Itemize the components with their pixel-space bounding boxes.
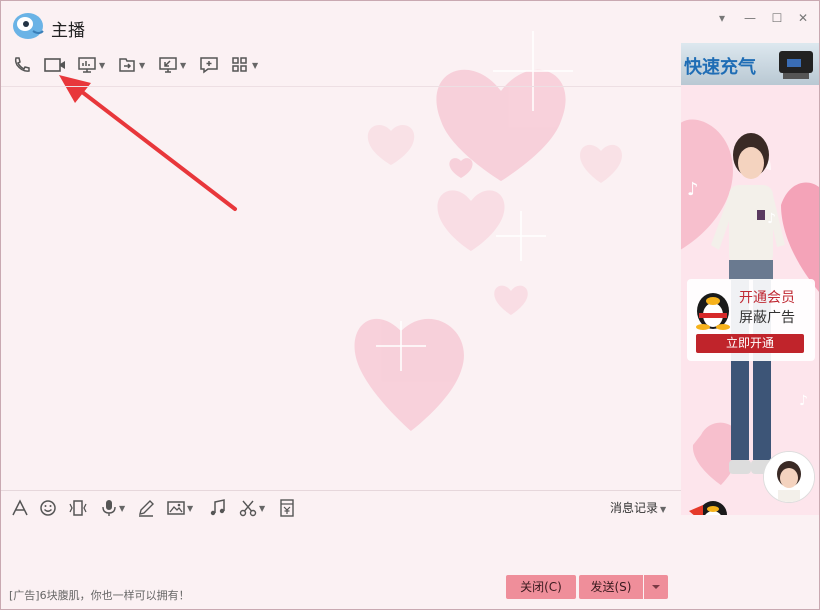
- voice-icon: [102, 500, 116, 516]
- voice-message-button[interactable]: ▼: [101, 499, 125, 517]
- vip-subtitle: 屏蔽广告: [739, 310, 795, 326]
- red-packet-icon[interactable]: [279, 499, 295, 517]
- message-history-button[interactable]: 消息记录 ▼: [610, 499, 666, 516]
- voice-call-button[interactable]: [12, 53, 32, 77]
- emoji-icon[interactable]: [39, 499, 57, 517]
- side-panel: 快速充气 ♪ ♪ ♪ 开通会员 屏蔽广告 立即开通: [681, 43, 819, 609]
- dropdown-menu-button[interactable]: ▾: [713, 9, 731, 27]
- character-show[interactable]: ♪ ♪ ♪ 开通会员 屏蔽广告 立即开通: [681, 85, 819, 515]
- ad-banner-text: 快速充气: [684, 57, 756, 78]
- top-ad-banner[interactable]: 快速充气: [681, 43, 819, 85]
- image-button[interactable]: ▼: [167, 499, 193, 517]
- send-options-button[interactable]: [644, 575, 668, 599]
- svg-text:♪: ♪: [799, 393, 808, 409]
- phone-icon: [14, 57, 30, 72]
- message-history[interactable]: [1, 86, 681, 491]
- draw-icon[interactable]: [137, 499, 155, 517]
- window-title: 主播: [51, 21, 85, 41]
- svg-text:♪: ♪: [767, 211, 776, 227]
- title-bar: 主播 ▾ — ☐ ✕: [1, 1, 819, 41]
- screenshot-button[interactable]: ▼: [239, 499, 265, 517]
- screenshot-icon: [239, 500, 257, 517]
- svg-text:♪: ♪: [687, 179, 699, 200]
- message-input[interactable]: [1, 521, 681, 571]
- minimize-button[interactable]: —: [741, 9, 759, 27]
- image-icon: [167, 501, 185, 515]
- vibrate-icon[interactable]: [67, 499, 89, 517]
- avatar[interactable]: [763, 451, 815, 503]
- app-logo-icon: [13, 13, 44, 39]
- qq-show-penguin-icon[interactable]: [685, 493, 735, 515]
- avatar-image: [764, 452, 814, 502]
- maximize-button[interactable]: ☐: [768, 9, 786, 27]
- ad-link[interactable]: [广告]6块腹肌，你也一样可以拥有！: [9, 587, 190, 603]
- vip-title: 开通会员: [739, 290, 795, 306]
- pump-image: [779, 51, 813, 79]
- close-button[interactable]: 关闭(C): [506, 575, 576, 599]
- chat-window: 主播 ▾ — ☐ ✕ ▼ ▼ ▼ ▼ ▼ ▼ ▼ 消息记录 ▼ [广告]6块腹肌…: [0, 0, 820, 610]
- close-window-button[interactable]: ✕: [794, 9, 812, 27]
- music-icon[interactable]: [209, 499, 227, 517]
- history-label: 消息记录: [610, 501, 659, 515]
- divider: [1, 490, 681, 491]
- vip-open-button[interactable]: 立即开通: [696, 334, 804, 353]
- send-button[interactable]: 发送(S): [579, 575, 643, 599]
- font-icon[interactable]: [11, 499, 29, 517]
- qq-penguin-icon: [696, 293, 730, 330]
- vip-card: 开通会员 屏蔽广告 立即开通: [687, 279, 815, 361]
